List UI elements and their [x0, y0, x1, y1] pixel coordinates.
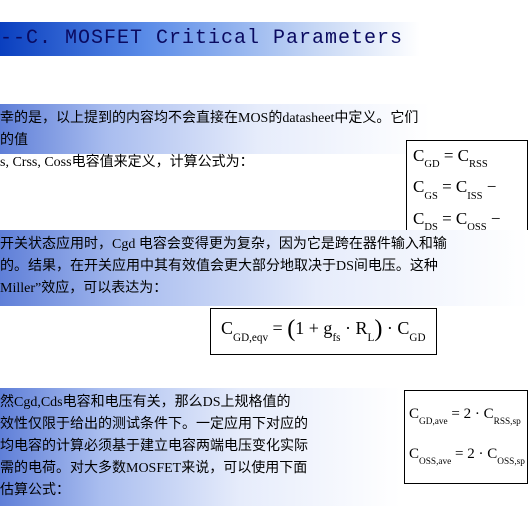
- eq1-row-cgd: CGD = CRSS: [413, 144, 521, 175]
- p2-line2: 的。结果，在开关应用中其有效值会更大部分地取决于DS间电压。这种: [0, 256, 522, 278]
- p3-line5: 估算公式：: [0, 480, 394, 502]
- paragraph-1: 幸的是，以上提到的内容均不会直接在MOS的datasheet中定义。它们的值 s…: [0, 104, 430, 154]
- p3-line3: 均电容的计算必须基于建立电容两端电压变化实际: [0, 436, 394, 458]
- title-text: --C. MOSFET Critical Parameters: [0, 27, 403, 50]
- equation-box-1: CGD = CRSS CGS = CISS − CDS = COSS −: [406, 140, 528, 242]
- p3-line1: 然Cgd,Cds电容和电压有关，那么DS上规格值的: [0, 392, 394, 414]
- p1-line1: 幸的是，以上提到的内容均不会直接在MOS的datasheet中定义。它们的值: [0, 108, 424, 152]
- paragraph-2: 开关状态应用时，Cgd 电容会变得更为复杂，因为它是跨在器件输入和输 的。结果，…: [0, 230, 528, 306]
- eq3-row-coss-ave: COSS,ave = 2 · COSS,sp: [409, 437, 523, 477]
- p2-line1: 开关状态应用时，Cgd 电容会变得更为复杂，因为它是跨在器件输入和输: [0, 234, 522, 256]
- paragraph-3: 然Cgd,Cds电容和电压有关，那么DS上规格值的 效性仅限于给出的测试条件下。…: [0, 388, 400, 506]
- equation-box-3: CGD,ave = 2 · CRSS,sp COSS,ave = 2 · COS…: [404, 390, 528, 484]
- p3-line4: 需的电荷。对大多数MOSFET来说，可以使用下面: [0, 458, 394, 480]
- eq3-row-cgd-ave: CGD,ave = 2 · CRSS,sp: [409, 397, 523, 437]
- equation-box-2: CGD,eqv = (1 + gfs · RL) · CGD: [210, 308, 437, 355]
- eq2-content: CGD,eqv = (1 + gfs · RL) · CGD: [221, 318, 426, 338]
- p3-line2: 效性仅限于给出的测试条件下。一定应用下对应的: [0, 414, 394, 436]
- eq1-row-cgs: CGS = CISS −: [413, 175, 521, 206]
- p1-line2: s, Crss, Coss电容值来定义，计算公式为：: [0, 152, 424, 174]
- section-title: --C. MOSFET Critical Parameters: [0, 22, 420, 56]
- p2-line3: Miller”效应，可以表达为：: [0, 278, 522, 300]
